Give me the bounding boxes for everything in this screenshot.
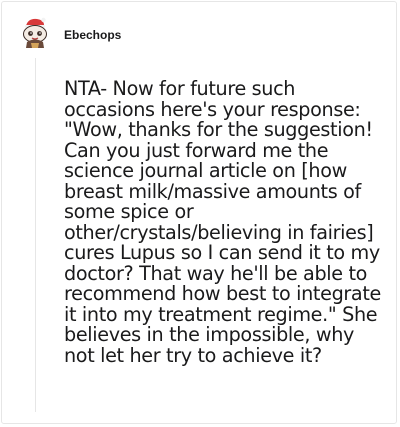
thread-line[interactable] — [35, 58, 36, 412]
snoo-avatar-icon — [23, 17, 47, 48]
comment-body: NTA- Now for future such occasions here'… — [64, 77, 381, 367]
comment-card: Ebechops NTA- Now for future such occasi… — [1, 1, 397, 424]
avatar[interactable] — [20, 17, 50, 49]
comment-username[interactable]: Ebechops — [64, 28, 121, 42]
